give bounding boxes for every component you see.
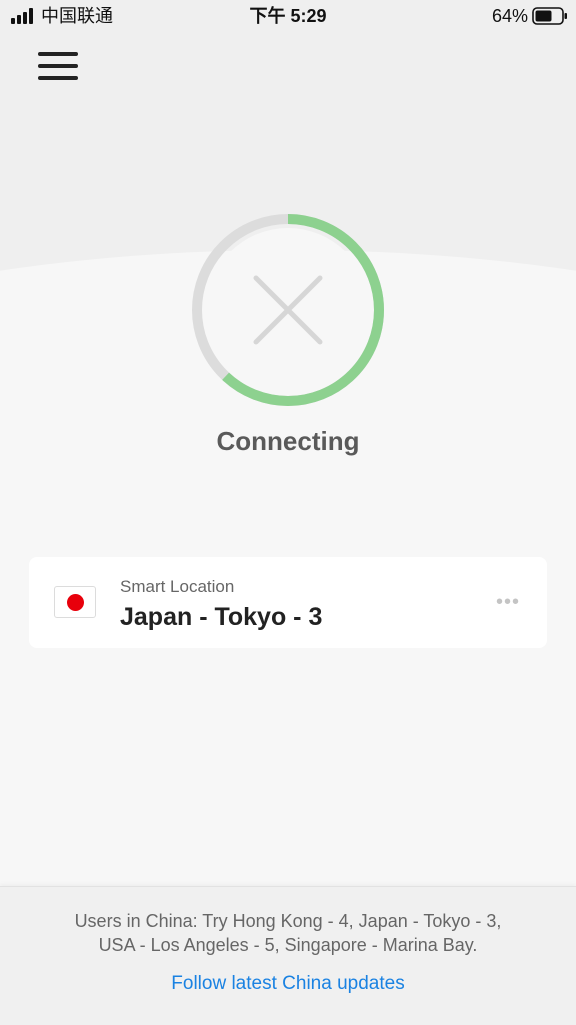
status-bar: 中国联通 下午 5:29 64% <box>0 0 576 34</box>
japan-flag-icon <box>54 586 96 618</box>
more-options-button[interactable]: ••• <box>491 591 525 613</box>
battery-icon <box>532 7 567 25</box>
location-name: Japan - Tokyo - 3 <box>120 603 323 631</box>
china-notice-line-1: Users in China: Try Hong Kong - 4, Japan… <box>74 911 502 931</box>
connect-button[interactable] <box>190 212 386 408</box>
footer: Users in China: Try Hong Kong - 4, Japan… <box>0 886 576 1025</box>
china-notice-line-2: USA - Los Angeles - 5, Singapore - Marin… <box>98 935 478 955</box>
more-dots-icon: ••• <box>495 591 520 613</box>
location-label: Smart Location <box>120 577 235 596</box>
china-notice: Users in China: Try Hong Kong - 4, Japan… <box>20 909 556 957</box>
hamburger-menu-icon <box>34 48 82 88</box>
china-updates-link[interactable]: Follow latest China updates <box>0 973 576 995</box>
menu-button[interactable] <box>34 48 82 88</box>
connection-status: Connecting <box>216 426 360 456</box>
battery-percent: 64% <box>491 6 528 26</box>
location-card[interactable]: Smart Location Japan - Tokyo - 3 ••• <box>29 557 547 648</box>
status-time: 下午 5:29 <box>249 6 327 26</box>
